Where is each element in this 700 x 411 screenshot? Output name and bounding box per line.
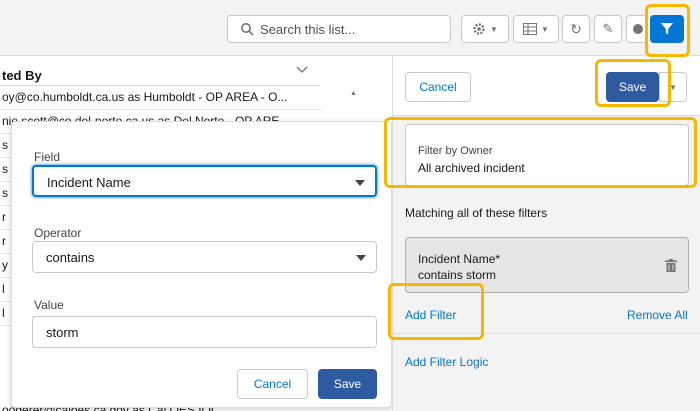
remove-all-link[interactable]: Remove All [627, 308, 688, 322]
refresh-icon: ↻ [570, 20, 582, 37]
field-label: Field [34, 150, 61, 164]
save-button-highlight [595, 59, 671, 107]
field-select-value: Incident Name [47, 175, 131, 190]
search-placeholder: Search this list... [260, 22, 356, 37]
list-toolbar: Search this list... ▼ ▼ ↻ ✎ [0, 0, 700, 56]
popover-cancel-button[interactable]: Cancel [237, 369, 308, 399]
row-text: oy@co.humboldt.ca.us as Humboldt - OP AR… [2, 90, 288, 104]
value-input[interactable]: storm [32, 316, 377, 348]
filter-button-highlight [645, 4, 690, 57]
row-text: y [2, 258, 8, 272]
add-filter-highlight [388, 283, 484, 340]
refresh-button[interactable]: ↻ [562, 15, 590, 43]
row-text: l [2, 282, 5, 296]
column-title: ted By [2, 68, 42, 83]
value-input-text: storm [46, 325, 79, 340]
row-text: l [2, 306, 5, 320]
search-input[interactable]: Search this list... [227, 15, 451, 43]
search-icon [241, 23, 254, 36]
column-header[interactable]: ted By [0, 56, 320, 86]
row-text: r [2, 234, 6, 248]
chevron-down-icon [355, 180, 365, 186]
add-filter-logic-link[interactable]: Add Filter Logic [405, 355, 488, 369]
filter-field-name: Incident Name* [418, 252, 501, 266]
gear-icon [473, 23, 485, 35]
list-settings-button[interactable]: ▼ [461, 15, 509, 43]
popover-save-button[interactable]: Save [318, 369, 377, 399]
filter-panel: Cancel Save ▼ Filter by Owner All archiv… [392, 56, 700, 411]
matching-text: Matching all of these filters [405, 206, 548, 220]
scroll-up-icon[interactable]: ▲ [350, 90, 356, 97]
chevron-down-icon[interactable] [296, 66, 308, 74]
chart-icon [632, 24, 643, 34]
row-text: r [2, 210, 6, 224]
chevron-down-icon: ▼ [541, 24, 549, 34]
operator-label: Operator [34, 226, 82, 240]
row-text: s [2, 138, 8, 152]
chevron-down-icon [356, 255, 366, 261]
owner-filter-highlight [384, 117, 697, 188]
operator-select-value: contains [46, 250, 95, 265]
row-text: s [2, 186, 8, 200]
edit-button[interactable]: ✎ [594, 15, 622, 43]
display-as-button[interactable]: ▼ [513, 15, 559, 43]
field-select[interactable]: Incident Name [32, 165, 377, 197]
trash-icon[interactable] [665, 259, 677, 272]
panel-cancel-button[interactable]: Cancel [405, 72, 471, 102]
edit-icon: ✎ [602, 21, 614, 36]
table-row[interactable]: oy@co.humboldt.ca.us as Humboldt - OP AR… [0, 86, 322, 110]
row-text: s [2, 162, 8, 176]
table-icon [523, 23, 538, 35]
operator-select[interactable]: contains [32, 241, 377, 273]
filter-edit-popover: Field Incident Name Operator contains Va… [11, 121, 392, 408]
chevron-down-icon: ▼ [490, 24, 498, 34]
value-label: Value [34, 298, 64, 312]
filter-description: contains storm [418, 268, 497, 282]
